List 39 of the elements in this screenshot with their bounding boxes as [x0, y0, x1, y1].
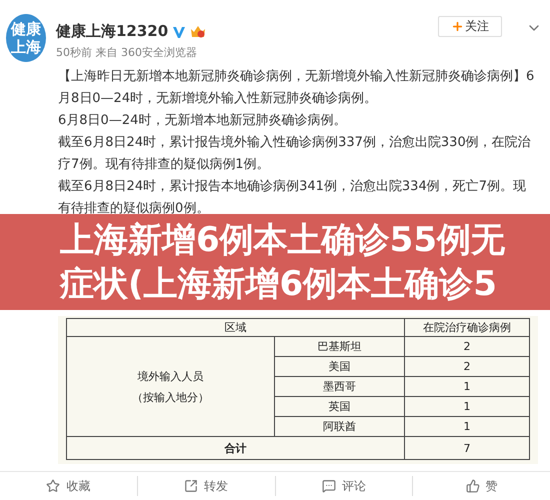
table-cell: 2 — [404, 336, 530, 356]
table-cell: 英国 — [274, 396, 404, 416]
group-label: （按输入地分） — [132, 390, 210, 404]
thumbs-up-icon — [466, 479, 480, 493]
verified-icon — [172, 24, 186, 38]
author-name[interactable]: 健康上海12320 — [56, 22, 168, 41]
action-button[interactable]: 转发 — [136, 476, 274, 496]
table-header: 在院治疗确诊病例 — [404, 318, 530, 336]
follow-button[interactable]: 关注 — [438, 16, 502, 37]
action-button[interactable]: 赞 — [412, 476, 550, 496]
table-cell: 7 — [404, 436, 530, 460]
table-header: 区域 — [66, 318, 404, 336]
share-icon — [184, 479, 198, 493]
group-label: 境外输入人员 — [138, 368, 204, 384]
action-button[interactable]: 评论 — [274, 476, 412, 496]
table-cell: 1 — [404, 416, 530, 436]
avatar-text: 健康 — [11, 20, 41, 38]
table-cell: 1 — [404, 376, 530, 396]
table-cell: 巴基斯坦 — [274, 336, 404, 356]
banner-title: 症状(上海新增6例本土确诊5 — [60, 263, 497, 306]
table-cell: 合计 — [66, 436, 404, 460]
comment-icon — [322, 479, 336, 493]
post-paragraph: 【上海昨日无新增本地新冠肺炎确诊病例，无新增境外输入性新冠肺炎确诊病例】6月8日0—24时，无新增境外输入性新冠肺炎确诊病例。 — [58, 68, 536, 108]
star-icon — [46, 479, 60, 493]
table-cell: 阿联酋 — [274, 416, 404, 436]
post-meta: 50秒前 来自 360安全浏览器 — [56, 45, 198, 60]
crown-icon — [190, 24, 206, 39]
table-cell: 美国 — [274, 356, 404, 376]
table-cell: 墨西哥 — [274, 376, 404, 396]
avatar-text: 上海 — [11, 38, 41, 56]
table-cell: 1 — [404, 396, 530, 416]
plus-icon — [451, 20, 464, 33]
avatar[interactable]: 健康 上海 — [6, 14, 46, 62]
table-cell: 2 — [404, 356, 530, 376]
post-paragraph: 6月8日0—24时，无新增本地新冠肺炎确诊病例。 — [58, 112, 348, 130]
post-paragraph: 截至6月8日24时，累计报告本地确诊病例341例，治愈出院334例，死亡7例。现有待排查的疑似病例0例。 — [58, 178, 527, 218]
banner-title: 上海新增6例本土确诊55例无 — [60, 219, 505, 262]
post-paragraph: 截至6月8日24时，累计报告境外输入性确诊病例337例，治愈出院330例，在院治疗7例。现有待排查的疑似病例1例。 — [58, 134, 532, 174]
action-button[interactable]: 收藏 — [0, 476, 137, 496]
